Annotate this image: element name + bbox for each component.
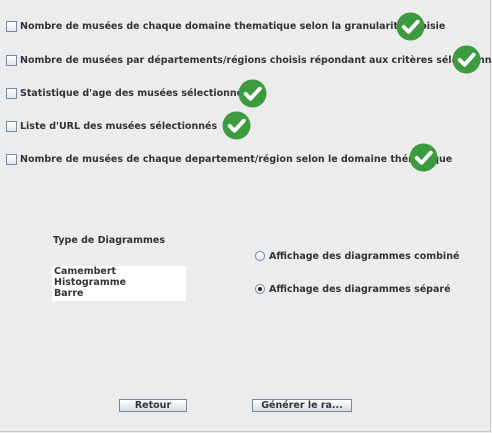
check-circle-icon xyxy=(409,143,438,172)
check-circle-icon xyxy=(238,79,267,108)
generate-report-button[interactable]: Générer le ra... xyxy=(252,399,352,412)
check-circle-icon xyxy=(452,45,481,74)
radio-combined[interactable] xyxy=(255,251,265,261)
option-checkbox[interactable] xyxy=(6,87,17,99)
radio-row-combined[interactable]: Affichage des diagrammes combiné xyxy=(255,249,459,263)
option-label: Nombre de musées par départements/région… xyxy=(20,54,492,66)
chart-type-label: Type de Diagrammes xyxy=(53,235,165,246)
option-row-domain-count[interactable]: Nombre de musées de chaque domaine thema… xyxy=(6,18,445,34)
radio-row-separate[interactable]: Affichage des diagrammes séparé xyxy=(255,282,451,296)
radio-separate[interactable] xyxy=(255,284,265,294)
option-label: Nombre de musées de chaque domaine thema… xyxy=(20,20,446,32)
option-checkbox[interactable] xyxy=(6,120,17,132)
option-checkbox[interactable] xyxy=(6,54,17,66)
chart-type-item-barre[interactable]: Barre xyxy=(52,288,186,299)
back-button[interactable]: Retour xyxy=(119,399,187,412)
option-row-age-stats[interactable]: Statistique d'age des musées sélectionné… xyxy=(6,85,249,101)
radio-label-separate: Affichage des diagrammes séparé xyxy=(269,283,451,295)
option-label: Statistique d'age des musées sélectionné… xyxy=(20,87,249,99)
chart-type-item-camembert[interactable]: Camembert xyxy=(52,266,186,277)
option-row-department-count[interactable]: Nombre de musées par départements/région… xyxy=(6,52,492,68)
check-circle-icon xyxy=(396,12,425,41)
chart-type-item-histogramme[interactable]: Histogramme xyxy=(52,277,186,288)
check-circle-icon xyxy=(222,111,251,140)
option-label: Nombre de musées de chaque departement/r… xyxy=(20,153,453,165)
option-label: Liste d'URL des musées sélectionnés xyxy=(20,120,218,132)
option-row-department-domain[interactable]: Nombre de musées de chaque departement/r… xyxy=(6,151,452,167)
chart-type-list[interactable]: Camembert Histogramme Barre xyxy=(52,266,186,301)
radio-label-combined: Affichage des diagrammes combiné xyxy=(269,250,460,262)
option-checkbox[interactable] xyxy=(6,20,17,32)
option-checkbox[interactable] xyxy=(6,153,17,165)
option-row-url-list[interactable]: Liste d'URL des musées sélectionnés xyxy=(6,118,217,134)
